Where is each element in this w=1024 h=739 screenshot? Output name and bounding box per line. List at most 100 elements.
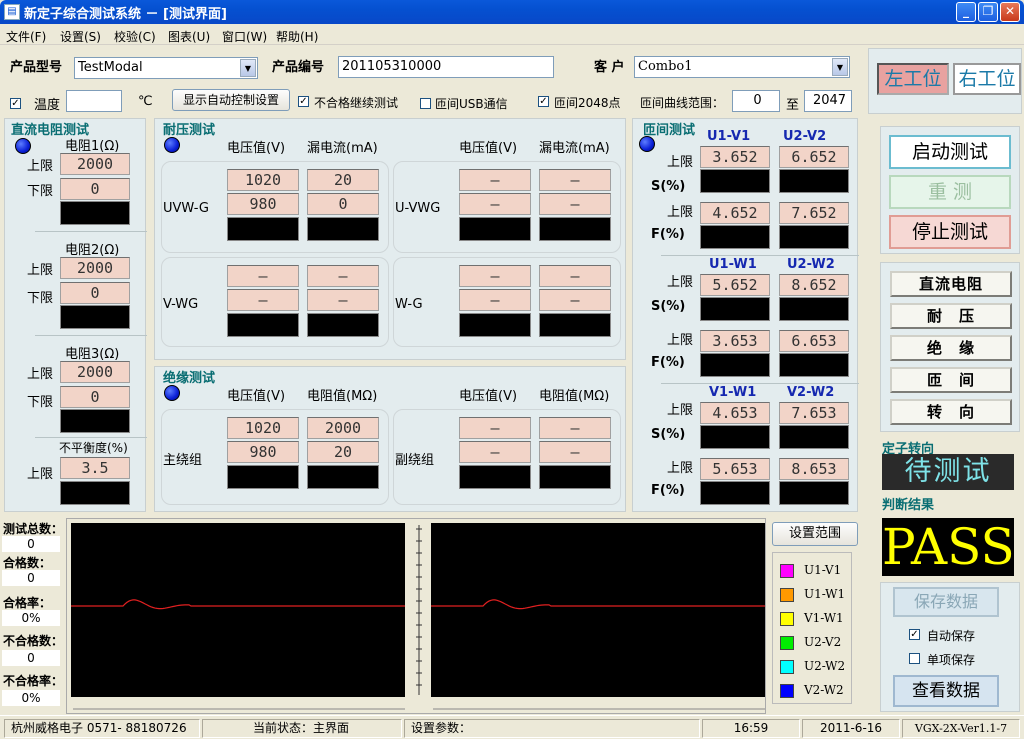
turn-item[interactable]: 匝 间 [890, 367, 1012, 393]
menu-window[interactable]: 窗口(W) [222, 28, 267, 45]
points2048-checkbox[interactable]: ✓ [538, 96, 549, 107]
wg-current-1[interactable]: — [539, 265, 611, 287]
dc-resistance-item[interactable]: 直流电阻 [890, 271, 1012, 297]
v1w1-f-upper[interactable]: 5.653 [700, 458, 770, 480]
vwg-current-2[interactable]: — [307, 289, 379, 311]
legend-item: U1-W1 [780, 586, 850, 604]
continue-checkbox[interactable]: ✓ [298, 96, 309, 107]
aux-volt-1[interactable]: — [459, 417, 531, 439]
maximize-button[interactable]: ❐ [978, 2, 998, 22]
hipot-item[interactable]: 耐 压 [890, 303, 1012, 329]
start-test-button[interactable]: 启动测试 [889, 135, 1011, 169]
auto-control-button[interactable]: 显示自动控制设置 [172, 89, 290, 111]
menu-calibrate[interactable]: 校验(C) [114, 28, 156, 45]
retest-button[interactable]: 重 测 [889, 175, 1011, 209]
save-data-button[interactable]: 保存数据 [893, 587, 999, 617]
hipot-current-header-2: 漏电流(mA) [539, 141, 610, 156]
set-range-button[interactable]: 设置范围 [772, 522, 858, 546]
stop-test-button[interactable]: 停止测试 [889, 215, 1011, 249]
r1-upper-label: 上限 [27, 159, 54, 174]
temp-checkbox[interactable]: ✓ [10, 98, 21, 109]
uvwg2-current-2[interactable]: — [539, 193, 611, 215]
vwg-volt-1[interactable]: — [227, 265, 299, 287]
v2w2-s-upper[interactable]: 7.653 [779, 402, 849, 424]
vwg-current-1[interactable]: — [307, 265, 379, 287]
menu-help[interactable]: 帮助(H) [276, 28, 318, 45]
wg-current-2[interactable]: — [539, 289, 611, 311]
main-volt-2[interactable]: 980 [227, 441, 299, 463]
f-label-3: F(%) [651, 483, 685, 498]
main-res-2[interactable]: 20 [307, 441, 379, 463]
u1v1-f-upper[interactable]: 4.652 [700, 202, 770, 224]
r2-upper-label: 上限 [27, 263, 54, 278]
menu-chart[interactable]: 图表(U) [168, 28, 210, 45]
uvwg-current-2[interactable]: 0 [307, 193, 379, 215]
legend-label: U2-W2 [804, 659, 846, 673]
legend-item: V2-W2 [780, 682, 850, 700]
insul-res-header: 电阻值(MΩ) [307, 389, 378, 404]
u1w1-f-upper[interactable]: 3.653 [700, 330, 770, 352]
v2w2-f-upper[interactable]: 8.653 [779, 458, 849, 480]
u2v2-label: U2-V2 [783, 129, 827, 144]
right-station-button[interactable]: 右工位 [953, 63, 1021, 95]
r2-lower-value[interactable]: 0 [60, 282, 130, 304]
uvwg2-volt-2[interactable]: — [459, 193, 531, 215]
waveform-screen-left [71, 523, 405, 697]
u2v2-f-upper[interactable]: 7.652 [779, 202, 849, 224]
uvwg-volt-1[interactable]: 1020 [227, 169, 299, 191]
uvwg-volt-2[interactable]: 980 [227, 193, 299, 215]
u2w2-s-upper[interactable]: 8.652 [779, 274, 849, 296]
current-state: 当前状态：主界面 [202, 719, 402, 738]
r1-upper-value[interactable]: 2000 [60, 153, 130, 175]
vwg-volt-2[interactable]: — [227, 289, 299, 311]
r2-upper-value[interactable]: 2000 [60, 257, 130, 279]
u2v2-s-upper[interactable]: 6.652 [779, 146, 849, 168]
view-data-button[interactable]: 查看数据 [893, 675, 999, 707]
range-from-input[interactable]: 0 [732, 90, 780, 112]
r3-upper-value[interactable]: 2000 [60, 361, 130, 383]
auto-save-checkbox[interactable]: ✓ [909, 629, 920, 640]
main-volt-1[interactable]: 1020 [227, 417, 299, 439]
wg-volt-1[interactable]: — [459, 265, 531, 287]
aux-res-2[interactable]: — [539, 441, 611, 463]
main-res-1[interactable]: 2000 [307, 417, 379, 439]
rotation-item[interactable]: 转 向 [890, 399, 1012, 425]
unbalance-upper-value[interactable]: 3.5 [60, 457, 130, 479]
menu-settings[interactable]: 设置(S) [60, 28, 101, 45]
u1v1-label: U1-V1 [707, 129, 751, 144]
u1v1-f-result [700, 225, 770, 249]
chevron-down-icon[interactable]: ▼ [832, 58, 848, 76]
u2w2-f-upper[interactable]: 6.653 [779, 330, 849, 352]
minimize-button[interactable]: _ [956, 2, 976, 22]
uvwg2-volt-1[interactable]: — [459, 169, 531, 191]
usb-checkbox[interactable] [420, 98, 431, 109]
status-bar: 杭州威格电子 0571- 88180726 当前状态：主界面 设置参数： 16:… [0, 715, 1024, 739]
r3-lower-value[interactable]: 0 [60, 386, 130, 408]
u1w1-s-upper[interactable]: 5.652 [700, 274, 770, 296]
model-select[interactable]: TestModal ▼ [74, 57, 258, 79]
customer-select[interactable]: Combo1 ▼ [634, 56, 850, 78]
range-to-input[interactable]: 2047 [804, 90, 852, 112]
u1v1-s-upper[interactable]: 3.652 [700, 146, 770, 168]
single-save-checkbox[interactable] [909, 653, 920, 664]
r1-lower-value[interactable]: 0 [60, 178, 130, 200]
close-button[interactable]: ✕ [1000, 2, 1020, 22]
aux-volt-2[interactable]: — [459, 441, 531, 463]
s-label-2: S(%) [651, 299, 686, 314]
status-date: 2011-6-16 [802, 719, 900, 738]
aux-res-1[interactable]: — [539, 417, 611, 439]
insul-res-header-2: 电阻值(MΩ) [539, 389, 610, 404]
uvwg2-current-1[interactable]: — [539, 169, 611, 191]
menu-file[interactable]: 文件(F) [6, 28, 46, 45]
temp-input[interactable] [66, 90, 122, 112]
unbalance-label: 不平衡度(%) [59, 441, 128, 455]
temp-unit: ℃ [138, 94, 153, 109]
serial-input[interactable]: 201105310000 [338, 56, 554, 78]
wg-volt-2[interactable]: — [459, 289, 531, 311]
v1w1-s-upper[interactable]: 4.653 [700, 402, 770, 424]
insulation-item[interactable]: 绝 缘 [890, 335, 1012, 361]
uvwg-current-1[interactable]: 20 [307, 169, 379, 191]
r3-label: 电阻3(Ω) [65, 347, 120, 362]
left-station-button[interactable]: 左工位 [877, 63, 949, 95]
chevron-down-icon[interactable]: ▼ [240, 59, 256, 77]
